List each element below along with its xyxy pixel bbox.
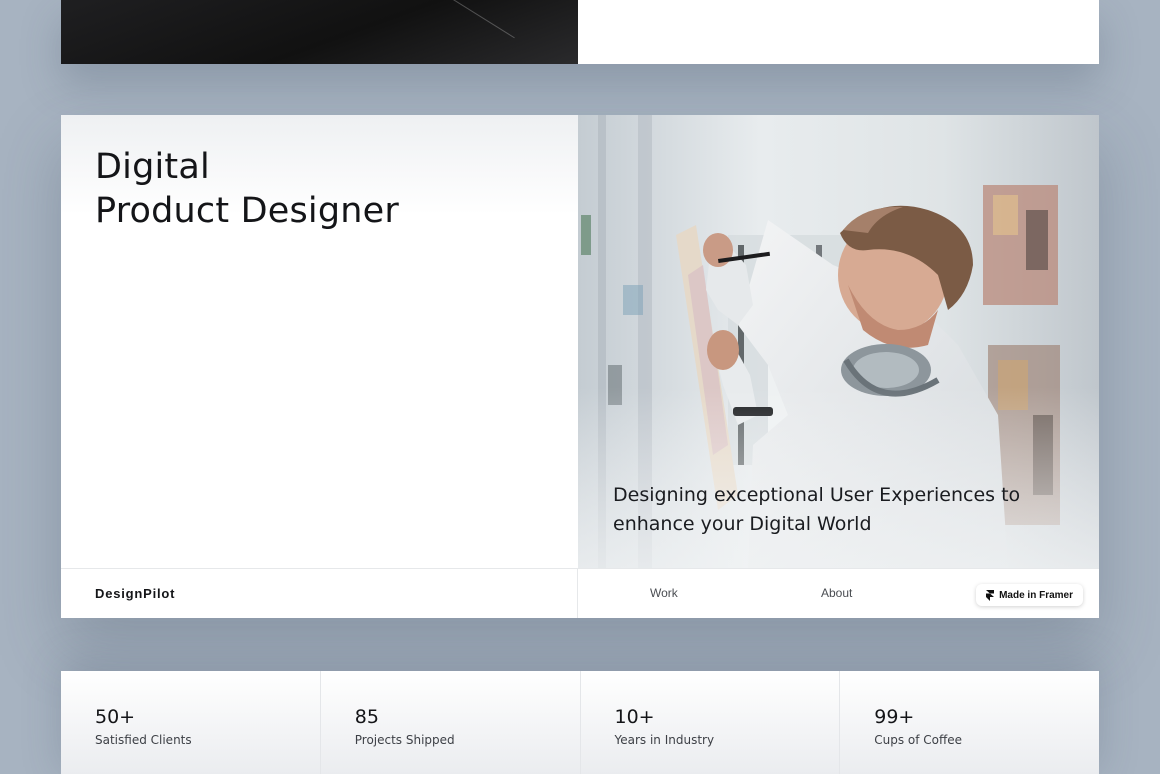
stat-label: Satisfied Clients bbox=[95, 733, 192, 747]
footer-nav-area: Work About Made in Framer bbox=[578, 569, 1099, 618]
badge-label: Made in Framer bbox=[999, 589, 1073, 601]
stat-value: 85 bbox=[354, 706, 379, 728]
hero-title: Digital Product Designer bbox=[95, 145, 399, 233]
dark-image-panel bbox=[61, 0, 578, 64]
nav-link-work[interactable]: Work bbox=[650, 586, 678, 600]
stat-label: Projects Shipped bbox=[354, 733, 455, 747]
footer-brand-area: DesignPilot bbox=[61, 569, 578, 618]
stat-value: 50+ bbox=[95, 706, 136, 728]
stat-label: Cups of Coffee bbox=[874, 733, 963, 747]
top-card-preview bbox=[61, 0, 1099, 64]
white-panel bbox=[578, 0, 1099, 64]
hero-title-line1: Digital bbox=[95, 147, 210, 187]
stat-value: 99+ bbox=[874, 706, 915, 728]
hero-photo: Designing exceptional User Experiences t… bbox=[578, 115, 1099, 568]
brand-logo-link[interactable]: DesignPilot bbox=[95, 586, 175, 601]
stat-label: Years in Industry bbox=[614, 733, 715, 747]
stat-item-years: 10+ Years in Industry bbox=[580, 671, 841, 774]
stat-item-clients: 50+ Satisfied Clients bbox=[61, 671, 321, 774]
hero-main: Digital Product Designer Designing excep… bbox=[61, 115, 1099, 568]
hero-footer: DesignPilot Work About Made in Framer bbox=[61, 568, 1099, 618]
framer-logo-icon bbox=[986, 589, 995, 601]
made-in-framer-badge[interactable]: Made in Framer bbox=[976, 584, 1083, 606]
hero-card: Digital Product Designer Designing excep… bbox=[61, 115, 1099, 618]
stat-value: 10+ bbox=[614, 706, 655, 728]
hero-title-line2: Product Designer bbox=[95, 191, 399, 231]
stat-item-projects: 85 Projects Shipped bbox=[320, 671, 581, 774]
hero-left-panel: Digital Product Designer bbox=[61, 115, 578, 568]
hero-tagline: Designing exceptional User Experiences t… bbox=[613, 484, 1021, 535]
nav-link-about[interactable]: About bbox=[821, 586, 852, 600]
stats-card: 50+ Satisfied Clients 85 Projects Shippe… bbox=[61, 671, 1099, 774]
stat-item-coffee: 99+ Cups of Coffee bbox=[840, 671, 1099, 774]
